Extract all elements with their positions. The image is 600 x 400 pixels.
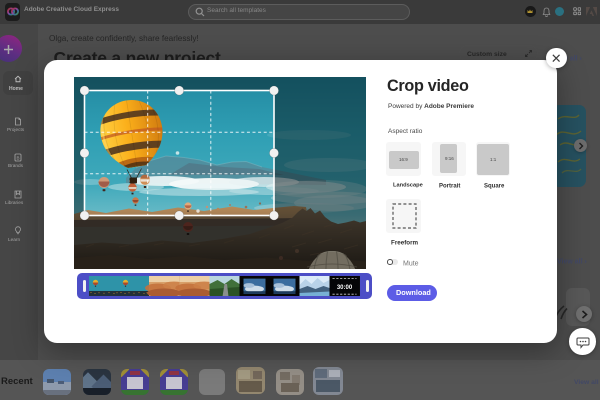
svg-text:30:00: 30:00 [337,285,353,291]
svg-text:B: B [16,156,19,161]
